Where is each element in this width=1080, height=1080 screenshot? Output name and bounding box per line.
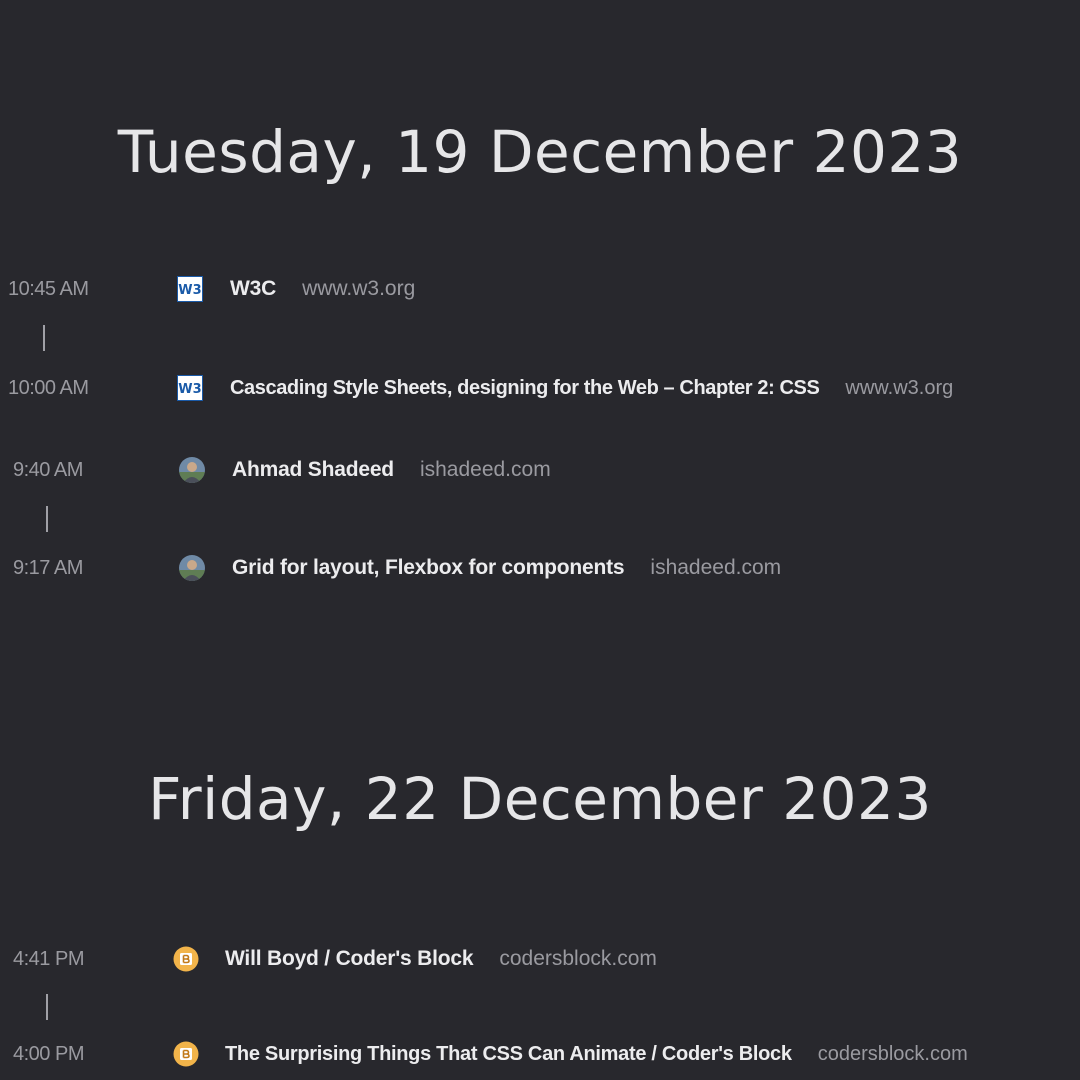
history-entry[interactable]: 9:17 AM Grid for layout, Flexbox for com… bbox=[0, 548, 1080, 588]
page-title-link[interactable]: Grid for layout, Flexbox for components bbox=[232, 556, 625, 580]
day-heading: Friday, 22 December 2023 bbox=[148, 765, 932, 833]
timeline-connector bbox=[46, 506, 48, 532]
page-title-link[interactable]: W3C bbox=[230, 277, 276, 301]
coders-block-icon bbox=[173, 1041, 199, 1067]
site-domain: codersblock.com bbox=[817, 1042, 968, 1065]
day-heading: Tuesday, 19 December 2023 bbox=[117, 118, 963, 186]
history-entry[interactable]: 10:45 AM W3 W3C www.w3.org bbox=[0, 269, 1080, 309]
site-domain: www.w3.org bbox=[845, 376, 954, 399]
history-entry[interactable]: 4:41 PM Will Boyd / Coder's Block coders… bbox=[0, 939, 1080, 979]
w3c-logo-icon: W3 bbox=[177, 375, 203, 401]
coders-block-icon bbox=[173, 946, 199, 972]
visit-time: 10:00 AM bbox=[8, 376, 89, 399]
history-timeline: Tuesday, 19 December 2023 10:45 AM W3 W3… bbox=[0, 0, 1080, 1080]
site-domain: ishadeed.com bbox=[650, 556, 782, 579]
avatar-icon bbox=[179, 555, 205, 581]
avatar-icon bbox=[179, 457, 205, 483]
visit-time: 9:40 AM bbox=[13, 458, 83, 481]
history-entry[interactable]: 4:00 PM The Surprising Things That CSS C… bbox=[0, 1034, 1080, 1074]
page-title-link[interactable]: Cascading Style Sheets, designing for th… bbox=[230, 377, 820, 400]
visit-time: 4:41 PM bbox=[13, 947, 84, 970]
site-domain: www.w3.org bbox=[302, 277, 416, 300]
history-entry[interactable]: 10:00 AM W3 Cascading Style Sheets, desi… bbox=[0, 368, 1080, 408]
page-title-link[interactable]: The Surprising Things That CSS Can Anima… bbox=[225, 1043, 792, 1066]
site-domain: ishadeed.com bbox=[419, 458, 551, 481]
visit-time: 4:00 PM bbox=[13, 1042, 84, 1065]
page-title-link[interactable]: Ahmad Shadeed bbox=[232, 458, 394, 482]
timeline-connector bbox=[43, 325, 45, 351]
svg-text:W3: W3 bbox=[178, 283, 201, 298]
svg-text:W3: W3 bbox=[178, 382, 201, 397]
visit-time: 9:17 AM bbox=[13, 556, 83, 579]
history-entry[interactable]: 9:40 AM Ahmad Shadeed ishadeed.com bbox=[0, 450, 1080, 490]
visit-time: 10:45 AM bbox=[8, 277, 89, 300]
site-domain: codersblock.com bbox=[499, 947, 657, 970]
timeline-connector bbox=[46, 994, 48, 1020]
page-title-link[interactable]: Will Boyd / Coder's Block bbox=[225, 947, 474, 971]
w3c-logo-icon: W3 bbox=[177, 276, 203, 302]
